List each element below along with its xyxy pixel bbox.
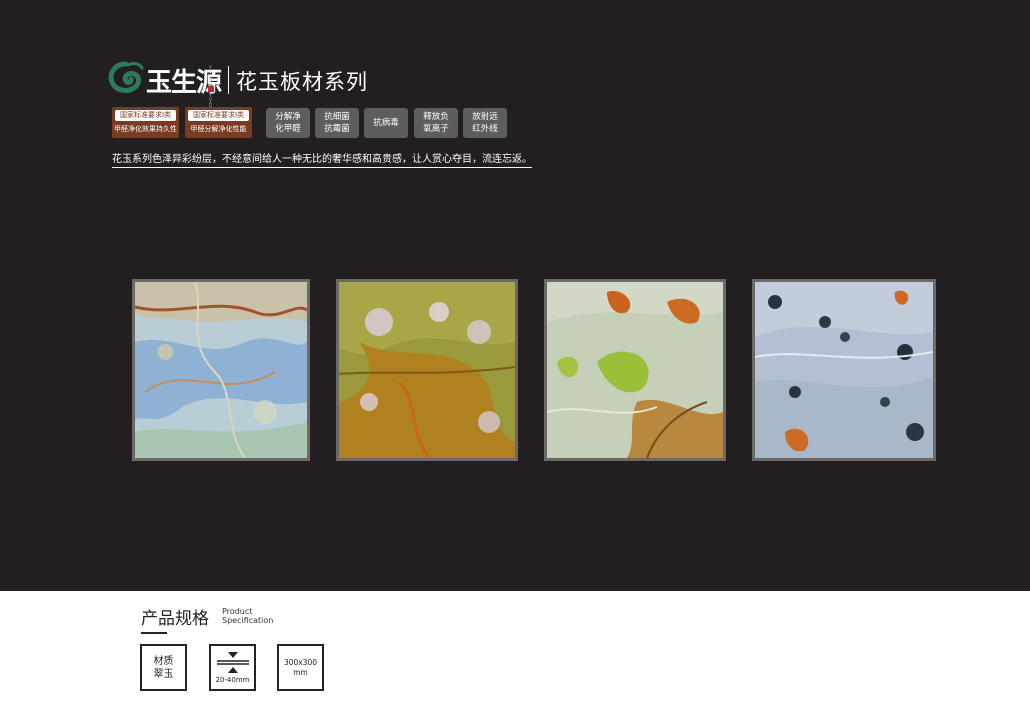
standard-badge-2: 国家标准要求I类 甲醛分解净化性能 [185,107,252,138]
thickness-icon [216,652,249,673]
brand-logo: 玉生源 YUSHENGYUAN [106,60,226,110]
feature-line: 释放负 [423,112,449,122]
spec-size-line1: 300x300 [283,657,318,667]
spec-thickness-box: 20-40mm [209,644,256,691]
spec-size-line2: mm [293,667,308,677]
brand-emblem-icon [108,61,144,93]
feature-line: 抗病毒 [373,118,399,128]
feature-badge-formaldehyde: 分解净 化甲醛 [266,108,310,138]
feature-badge-negative-ions: 释放负 氧离子 [414,108,458,138]
feature-line: 分解净 [275,112,301,122]
brand-seal-icon [208,86,214,92]
dark-hero-panel: 玉生源 YUSHENGYUAN 花玉板材系列 国家标准要求I类 甲醛净化效果持久… [0,0,1030,591]
series-title: 花玉板材系列 [236,70,368,94]
spec-material-box: 材质 翠玉 [140,644,187,691]
spec-size-box: 300x300 mm [277,644,324,691]
stone-texture-3 [547,282,723,458]
spec-material-value: 翠玉 [153,668,174,680]
spec-underline [141,632,167,634]
feature-badge-antiviral: 抗病毒 [364,108,408,138]
feature-badge-far-infrared: 放射远 红外线 [463,108,507,138]
feature-badge-antibacterial: 抗细菌 抗霉菌 [315,108,359,138]
title-divider [228,66,229,94]
feature-line: 氧离子 [423,124,449,134]
stone-tile-3 [544,279,726,461]
stone-texture-2 [339,282,515,458]
spec-thickness-value: 20-40mm [215,676,250,684]
standard-badge-top: 国家标准要求I类 [188,110,249,121]
feature-line: 放射远 [472,112,498,122]
spec-title-en: Product Specification [222,607,273,625]
standard-badge-bottom: 甲醛分解净化性能 [190,125,247,133]
stone-tile-4 [752,279,936,461]
tagline: 花玉系列色泽异彩纷层，不经意间给人一种无比的奢华感和高贵感，让人赏心夺目，流连忘… [112,150,532,168]
stone-texture-4 [755,282,933,458]
spec-material-label: 材质 [153,655,174,667]
stone-texture-1 [135,282,307,458]
spec-title-en-line1: Product [222,607,253,616]
standard-badge-bottom: 甲醛净化效果持久性 [114,125,177,133]
stone-tile-2 [336,279,518,461]
standard-badge-1: 国家标准要求I类 甲醛净化效果持久性 [112,107,179,138]
spec-title: 产品规格 [141,609,209,629]
feature-line: 抗细菌 [324,112,350,122]
standard-badge-top: 国家标准要求I类 [115,110,176,121]
stone-tile-1 [132,279,310,461]
feature-line: 化甲醛 [275,124,301,134]
spec-title-en-line2: Specification [222,616,274,625]
feature-line: 抗霉菌 [324,124,350,134]
feature-line: 红外线 [472,124,498,134]
